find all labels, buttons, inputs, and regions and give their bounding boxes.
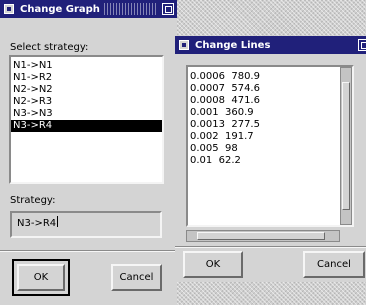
window-title: Change Graph [20, 3, 100, 15]
cancel-button[interactable]: Cancel [303, 251, 365, 278]
list-item-selected[interactable]: N3->R4 [11, 120, 162, 132]
strategy-input-value: N3->R4 [17, 218, 57, 229]
separator [0, 250, 177, 252]
separator [175, 246, 366, 248]
list-item[interactable]: N2->N2 [11, 84, 162, 96]
scroll-thumb[interactable] [197, 232, 325, 240]
list-item[interactable]: N2->R3 [11, 96, 162, 108]
list-item[interactable]: N1->R2 [11, 72, 162, 84]
change-graph-window: Change Graph Select strategy: N1->N1 N1-… [0, 0, 177, 305]
line-row: 0.0006 780.9 [190, 71, 260, 82]
window-menu-icon[interactable] [4, 4, 14, 14]
text-cursor-icon [57, 216, 59, 227]
cancel-button[interactable]: Cancel [111, 264, 162, 291]
change-graph-titlebar[interactable]: Change Graph [0, 0, 177, 18]
scroll-thumb[interactable] [342, 82, 350, 210]
title-spacer [274, 39, 354, 51]
select-strategy-label: Select strategy: [10, 42, 89, 53]
title-pattern [103, 3, 158, 15]
maximize-icon[interactable] [162, 3, 174, 15]
line-row: 0.002 191.7 [190, 131, 254, 142]
line-row: 0.01 62.2 [190, 155, 241, 166]
line-row: 0.001 360.9 [190, 107, 254, 118]
window-menu-icon[interactable] [179, 40, 189, 50]
maximize-icon[interactable] [358, 39, 366, 51]
line-row: 0.0007 574.6 [190, 83, 260, 94]
change-lines-titlebar[interactable]: Change Lines [175, 36, 366, 54]
ok-button[interactable]: OK [17, 264, 65, 291]
strategy-input[interactable]: N3->R4 [10, 211, 162, 238]
list-item[interactable]: N1->N1 [11, 60, 162, 72]
line-row: 0.005 98 [190, 143, 238, 154]
list-item[interactable]: N3->N3 [11, 108, 162, 120]
strategy-list[interactable]: N1->N1 N1->R2 N2->N2 N2->R3 N3->N3 N3->R… [9, 55, 164, 184]
window-title: Change Lines [195, 39, 271, 51]
change-lines-window: Change Lines 0.0006 780.9 0.0007 574.6 0… [175, 36, 366, 282]
vertical-scrollbar[interactable] [340, 67, 352, 225]
line-row: 0.0008 471.6 [190, 95, 260, 106]
lines-text-area[interactable]: 0.0006 780.9 0.0007 574.6 0.0008 471.6 0… [186, 65, 354, 227]
horizontal-scrollbar[interactable] [186, 230, 340, 242]
line-row: 0.0013 277.5 [190, 119, 260, 130]
strategy-label: Strategy: [10, 195, 56, 206]
ok-button[interactable]: OK [183, 251, 243, 278]
